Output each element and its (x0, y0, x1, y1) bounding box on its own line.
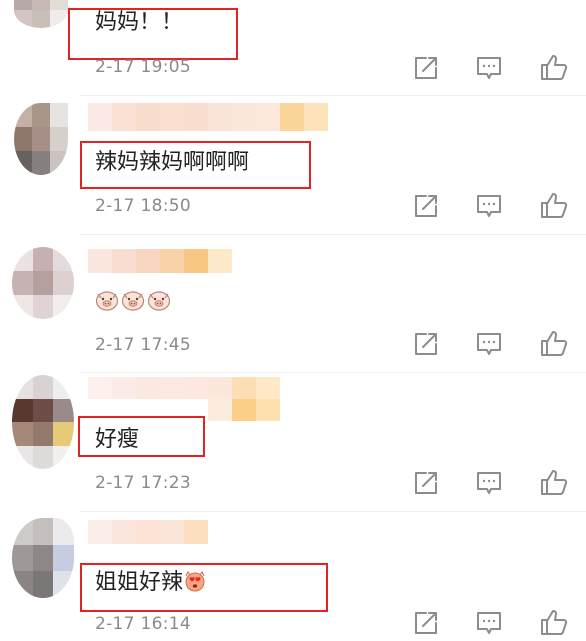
username-blurred[interactable] (88, 249, 232, 273)
comment-item: 妈妈！！ 2-17 19:05 (0, 0, 586, 95)
avatar[interactable] (12, 247, 74, 319)
reply-button[interactable] (476, 193, 502, 219)
username-blurred[interactable] (88, 103, 328, 131)
share-button[interactable] (413, 610, 439, 636)
share-button[interactable] (413, 193, 439, 219)
comment-icon (477, 472, 501, 494)
like-button[interactable] (540, 191, 568, 219)
comment-icon (477, 57, 501, 79)
highlight-box (80, 141, 311, 189)
share-button[interactable] (413, 55, 439, 81)
pig-face-emoji (121, 291, 145, 311)
avatar[interactable] (14, 0, 68, 28)
share-icon (415, 333, 437, 355)
reply-button[interactable] (476, 610, 502, 636)
comment-icon (477, 333, 501, 355)
comment-timestamp: 2-17 16:14 (95, 614, 191, 634)
comment-item: 2-17 17:45 (0, 235, 586, 372)
highlight-box (78, 416, 205, 457)
reply-button[interactable] (476, 55, 502, 81)
like-button[interactable] (540, 53, 568, 81)
reply-button[interactable] (476, 470, 502, 496)
share-icon (415, 472, 437, 494)
comment-timestamp: 2-17 19:05 (95, 57, 191, 77)
avatar[interactable] (12, 375, 74, 469)
share-button[interactable] (413, 470, 439, 496)
reply-button[interactable] (476, 331, 502, 357)
comment-timestamp: 2-17 17:23 (95, 473, 191, 493)
username-blurred[interactable] (88, 377, 288, 421)
highlight-box (68, 8, 238, 60)
avatar[interactable] (12, 518, 74, 598)
share-icon (415, 57, 437, 79)
share-icon (415, 612, 437, 634)
comment-item: 姐姐好辣 2-17 16:14 (0, 512, 586, 641)
username-blurred[interactable] (88, 520, 208, 544)
highlight-box (80, 563, 328, 612)
thumbs-up-icon (541, 193, 568, 218)
like-button[interactable] (540, 329, 568, 357)
pig-face-emoji (95, 291, 119, 311)
thumbs-up-icon (541, 610, 568, 635)
pig-face-emoji (147, 291, 171, 311)
like-button[interactable] (540, 608, 568, 636)
like-button[interactable] (540, 468, 568, 496)
thumbs-up-icon (541, 331, 568, 356)
thumbs-up-icon (541, 470, 568, 495)
comment-timestamp: 2-17 17:45 (95, 335, 191, 355)
share-icon (415, 195, 437, 217)
avatar[interactable] (14, 103, 68, 175)
comment-timestamp: 2-17 18:50 (95, 196, 191, 216)
comment-item: 辣妈辣妈啊啊啊 2-17 18:50 (0, 96, 586, 234)
comment-icon (477, 612, 501, 634)
share-button[interactable] (413, 331, 439, 357)
comment-item: 好瘦 2-17 17:23 (0, 373, 586, 511)
comment-icon (477, 195, 501, 217)
emoji-row (95, 289, 173, 316)
thumbs-up-icon (541, 55, 568, 80)
